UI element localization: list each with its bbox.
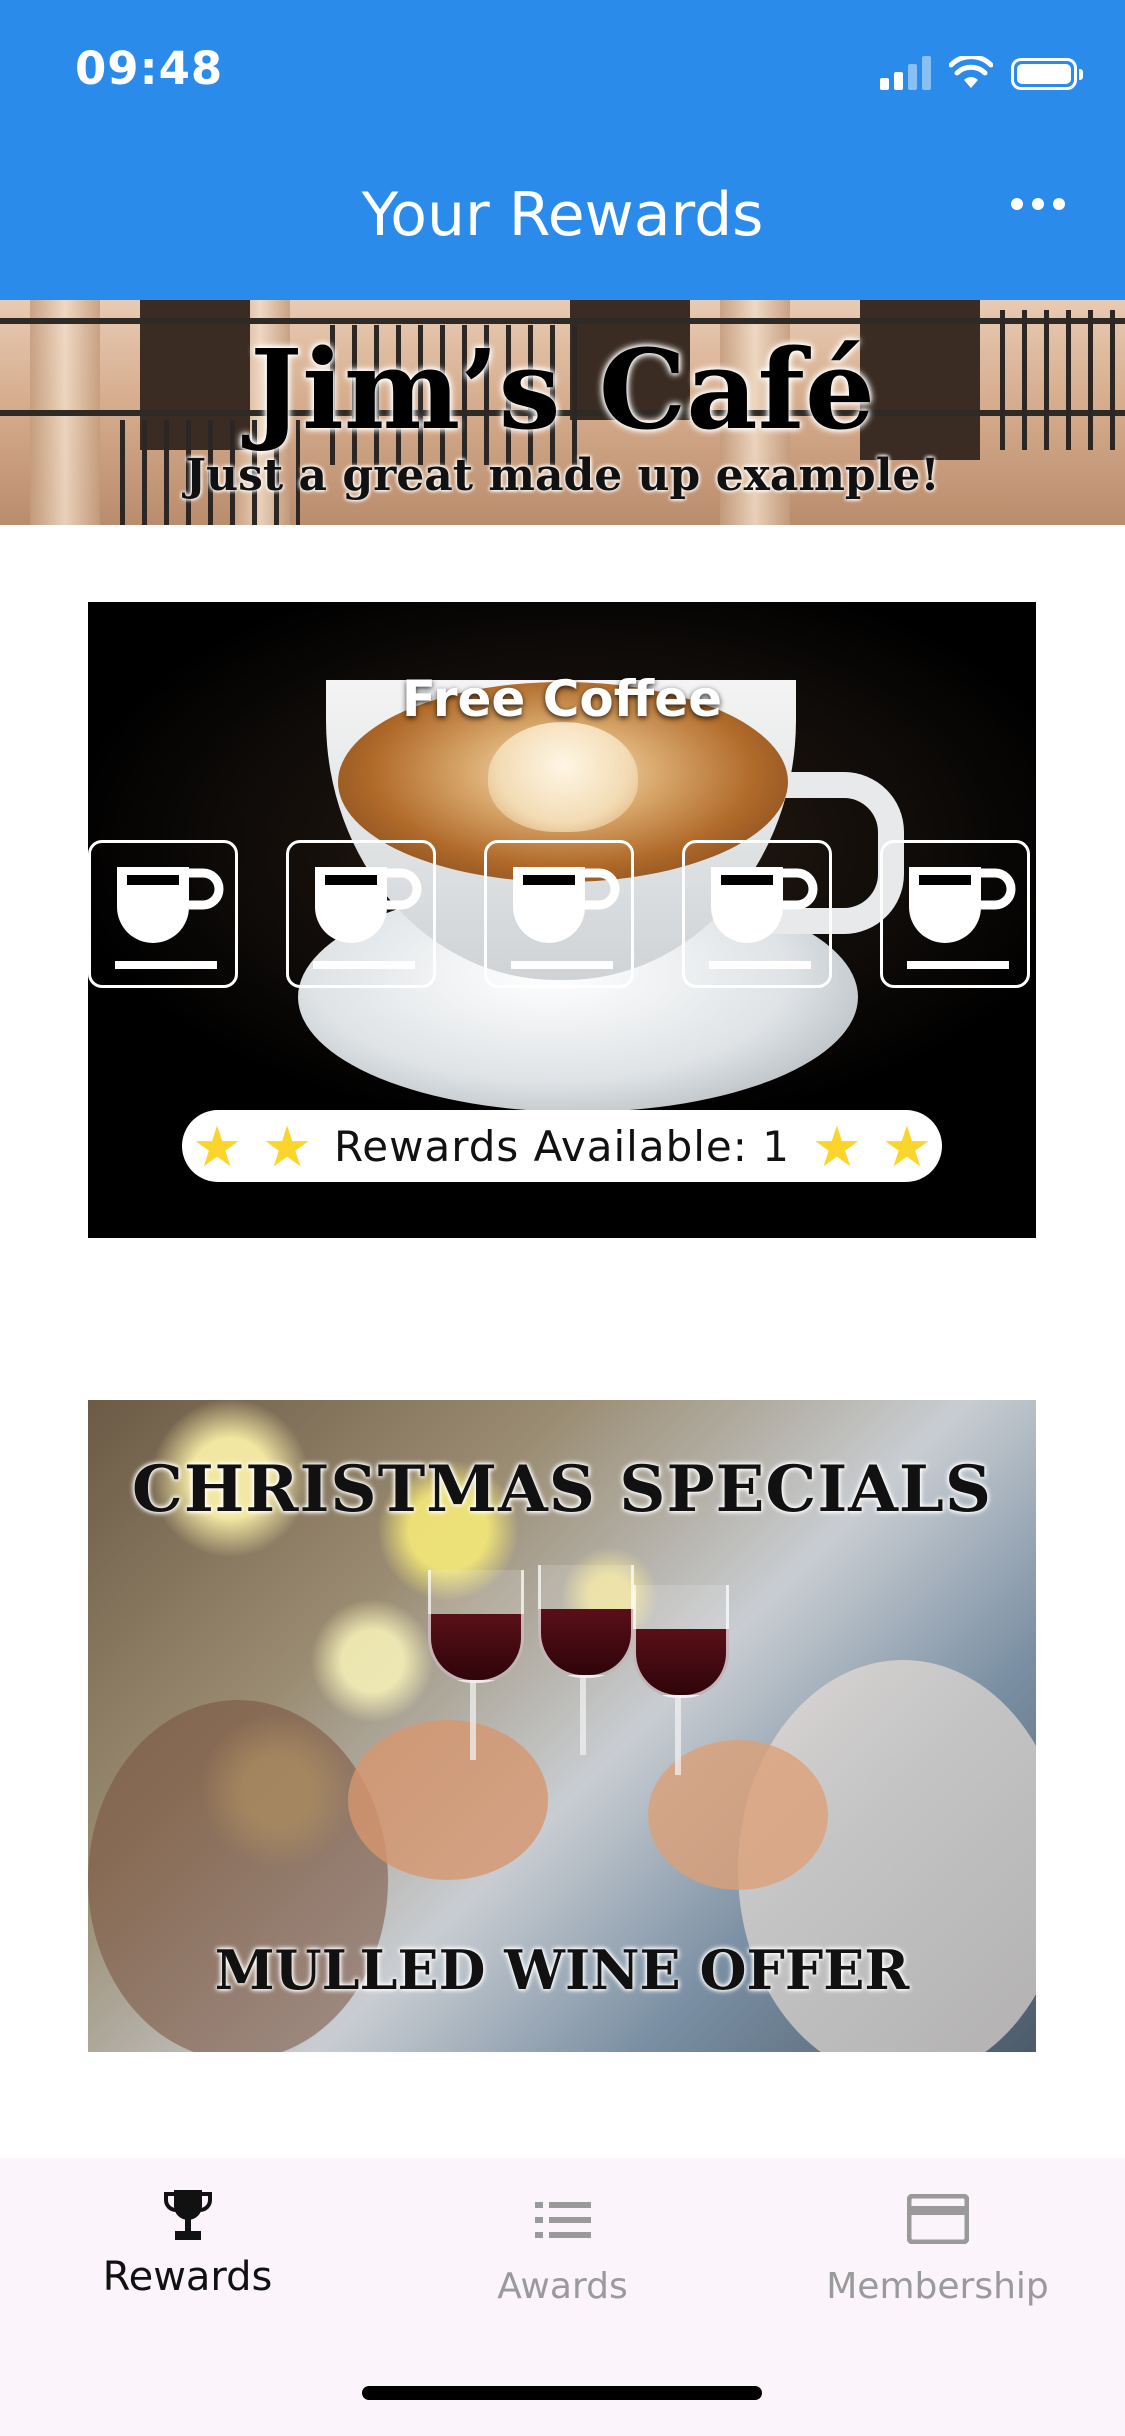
promo-subtitle: MULLED WINE OFFER bbox=[214, 1938, 910, 2002]
promo-title: CHRISTMAS SPECIALS bbox=[131, 1452, 993, 1527]
rewards-available-badge: ★ ★ Rewards Available: 1 ★ ★ bbox=[182, 1110, 942, 1182]
star-icon: ★ bbox=[262, 1115, 313, 1180]
card-icon bbox=[906, 2194, 969, 2244]
star-icon: ★ bbox=[192, 1115, 243, 1180]
trophy-icon bbox=[163, 2190, 212, 2240]
stamp-slot bbox=[880, 840, 1030, 988]
tab-label: Membership bbox=[826, 2266, 1049, 2307]
signal-icon bbox=[880, 54, 931, 90]
star-icon: ★ bbox=[811, 1115, 862, 1180]
wine-glass-image bbox=[538, 1565, 634, 1678]
page-title: Your Rewards bbox=[361, 180, 764, 250]
tab-rewards[interactable]: Rewards bbox=[0, 2158, 375, 2358]
tab-awards[interactable]: Awards bbox=[375, 2158, 750, 2358]
list-icon bbox=[534, 2202, 591, 2238]
more-options-button[interactable] bbox=[1011, 198, 1065, 210]
rewards-available-text: Rewards Available: 1 bbox=[334, 1121, 790, 1171]
loyalty-card-title: Free Coffee bbox=[401, 670, 723, 728]
battery-icon bbox=[1011, 58, 1083, 90]
wine-glass-image bbox=[633, 1585, 729, 1698]
tab-label: Awards bbox=[497, 2266, 628, 2307]
stamp-slot bbox=[88, 840, 238, 988]
star-icon: ★ bbox=[881, 1115, 932, 1180]
loyalty-card[interactable]: Free Coffee ★ ★ Rewards Available: 1 ★ ★ bbox=[88, 602, 1036, 1238]
tab-label: Rewards bbox=[102, 2254, 273, 2300]
wine-glass-image bbox=[428, 1570, 524, 1683]
status-icons bbox=[880, 50, 1083, 90]
cafe-name: Jim’s Café bbox=[250, 325, 875, 454]
coffee-cup-icon bbox=[313, 867, 422, 969]
coffee-cup-icon bbox=[709, 867, 818, 969]
promo-card[interactable]: CHRISTMAS SPECIALS MULLED WINE OFFER bbox=[88, 1400, 1036, 2052]
coffee-cup-icon bbox=[115, 867, 224, 969]
coffee-cup-icon bbox=[511, 867, 620, 969]
tab-membership[interactable]: Membership bbox=[750, 2158, 1125, 2358]
stamp-slot bbox=[682, 840, 832, 988]
wifi-icon bbox=[949, 56, 993, 88]
app-header: 09:48 Your Rewards bbox=[0, 0, 1125, 300]
cafe-tagline: Just a great made up example! bbox=[185, 450, 940, 501]
coffee-cup-icon bbox=[907, 867, 1016, 969]
home-indicator[interactable] bbox=[362, 2386, 762, 2400]
stamp-slot bbox=[286, 840, 436, 988]
stamp-row bbox=[88, 840, 1036, 992]
stamp-slot bbox=[484, 840, 634, 988]
status-time: 09:48 bbox=[75, 42, 224, 95]
